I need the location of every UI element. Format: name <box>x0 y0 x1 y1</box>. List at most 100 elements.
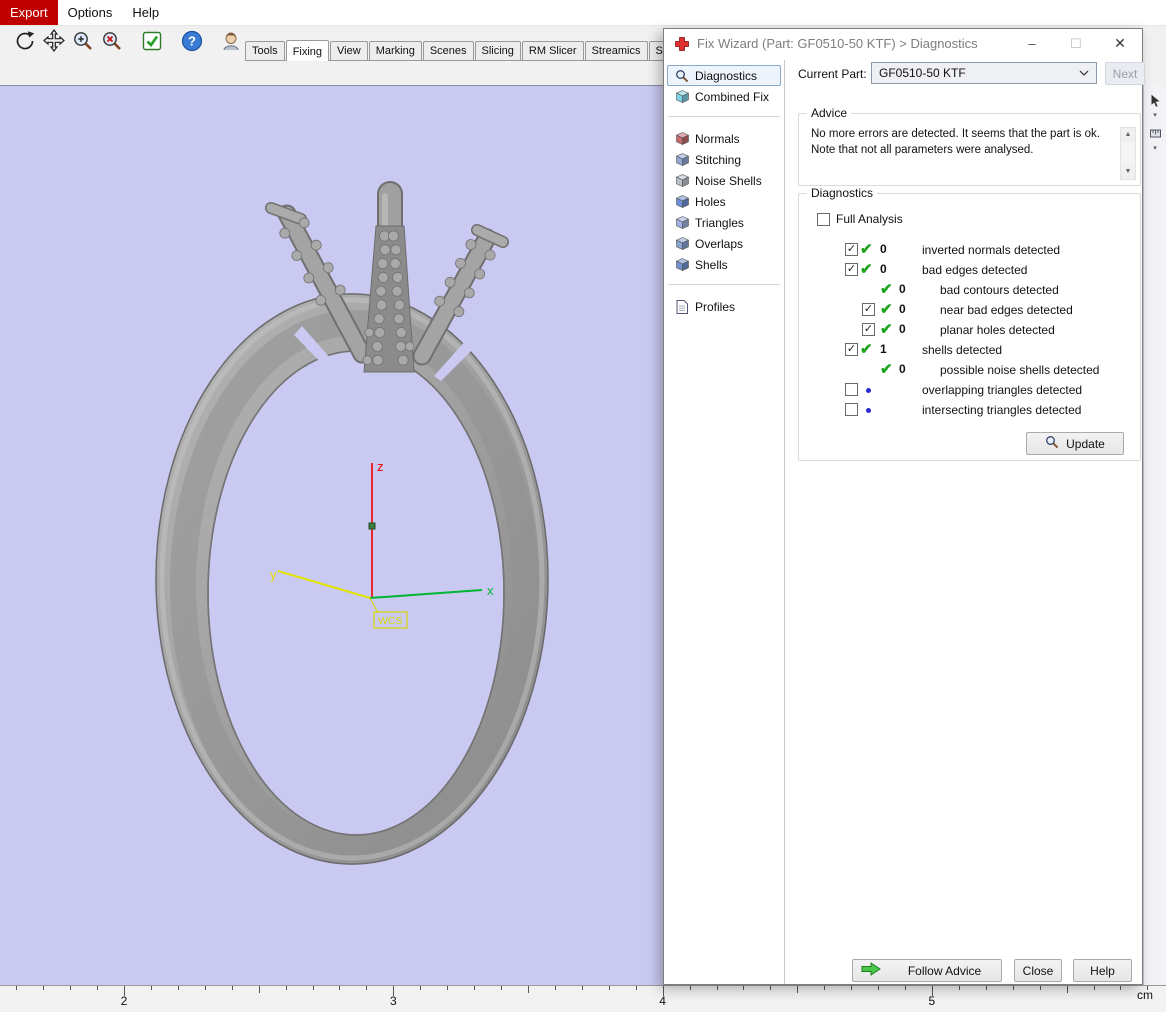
diagnostic-count: 0 <box>899 322 906 336</box>
diagnostic-checkbox[interactable]: ✓ <box>845 263 858 276</box>
ruler-tick <box>554 986 556 990</box>
dialog-titlebar[interactable]: Fix Wizard (Part: GF0510-50 KTF) > Diagn… <box>664 29 1142 59</box>
advice-scrollbar[interactable]: ▲ ▼ <box>1120 127 1136 180</box>
diagnostic-checkbox[interactable] <box>845 403 858 416</box>
ruler-tick <box>97 986 99 990</box>
dialog-main: Current Part: GF0510-50 KTF Next Advice … <box>786 60 1145 984</box>
ruler-tick <box>474 986 476 990</box>
menu-options[interactable]: Options <box>58 0 123 25</box>
sidebar-item-stitching[interactable]: Stitching <box>667 149 781 170</box>
diagnostic-checkbox[interactable]: ✓ <box>862 303 875 316</box>
sidebar-item-shells[interactable]: Shells <box>667 254 781 275</box>
scroll-down-icon[interactable]: ▼ <box>1121 165 1135 179</box>
menu-export[interactable]: Export <box>0 0 58 25</box>
part-search-button[interactable] <box>217 29 246 58</box>
diagnostic-row: ✓ ✔ 0 inverted normals detected <box>799 240 1140 260</box>
ruler-tick <box>689 986 691 990</box>
advice-text: No more errors are detected. It seems th… <box>811 127 1116 158</box>
current-part-dropdown[interactable]: GF0510-50 KTF <box>871 62 1097 84</box>
next-button[interactable]: Next <box>1105 62 1145 85</box>
cube-icon <box>675 153 689 166</box>
sidebar-item-combined-fix[interactable]: Combined Fix <box>667 86 781 107</box>
fix-check-icon <box>140 29 164 58</box>
tab-slicing[interactable]: Slicing <box>474 41 521 60</box>
help-button[interactable]: Help <box>1073 959 1132 982</box>
diagnostics-rows: ✓ ✔ 0 inverted normals detected ✓ ✔ 0 bad edges… <box>799 240 1140 420</box>
diagnostic-row: ✓ ✔ 1 shells detected <box>799 340 1140 360</box>
current-part-label: Current Part: <box>798 67 867 81</box>
tab-fixing[interactable]: Fixing <box>285 40 330 61</box>
measure-tool-button[interactable]: ▾ <box>1149 127 1162 152</box>
pan-button[interactable] <box>39 29 68 58</box>
diagnostic-row: ✓ ✔ 0 planar holes detected <box>799 320 1140 340</box>
zoom-remove-button[interactable] <box>97 29 126 58</box>
sidebar-item-triangles[interactable]: Triangles <box>667 212 781 233</box>
tab-marking[interactable]: Marking <box>368 41 422 60</box>
advice-line: Note that not all parameters were analys… <box>811 143 1034 156</box>
diagnostic-label: bad contours detected <box>940 283 1059 297</box>
ruler-tick <box>635 986 637 990</box>
right-toolbar: ▾ ▾ <box>1143 85 1166 985</box>
maximize-button[interactable]: ☐ <box>1054 29 1098 58</box>
zoom-remove-icon <box>100 29 124 58</box>
follow-advice-button[interactable]: Follow Advice <box>852 959 1002 982</box>
sidebar-item-noise-shells[interactable]: Noise Shells <box>667 170 781 191</box>
ruler-tick <box>905 986 906 990</box>
sidebar-item-overlaps[interactable]: Overlaps <box>667 233 781 254</box>
check-ok-icon: ✔ <box>880 361 893 378</box>
sidebar-item-label: Triangles <box>695 215 744 230</box>
scroll-up-icon[interactable]: ▲ <box>1121 128 1135 142</box>
diagnostic-row: ✓ ✔ 0 bad edges detected <box>799 260 1140 280</box>
ruler-tick <box>366 986 368 990</box>
help-button[interactable]: ? <box>177 29 206 58</box>
zoom-in-icon <box>71 29 95 58</box>
ruler-tick <box>985 986 987 990</box>
chevron-down-icon: ▾ <box>1153 112 1157 119</box>
ruler-tick <box>1120 986 1122 990</box>
diagnostic-label: planar holes detected <box>940 323 1055 337</box>
diagnostic-count: 0 <box>899 282 906 296</box>
diagnostic-checkbox[interactable]: ✓ <box>862 323 875 336</box>
full-analysis-checkbox[interactable] <box>817 212 830 226</box>
menu-help[interactable]: Help <box>122 0 169 25</box>
tab-rm-slicer[interactable]: RM Slicer <box>521 41 584 60</box>
sidebar-item-normals[interactable]: Normals <box>667 128 781 149</box>
close-button[interactable]: Close <box>1014 959 1062 982</box>
diagnostic-label: overlapping triangles detected <box>922 383 1083 397</box>
diagnostic-checkbox[interactable]: ✓ <box>845 243 858 256</box>
update-button[interactable]: Update <box>1026 432 1124 455</box>
diagnostic-checkbox[interactable]: ✓ <box>845 343 858 356</box>
fix-wizard-icon <box>675 37 689 56</box>
tab-streamics[interactable]: Streamics <box>584 41 648 60</box>
close-button[interactable]: ✕ <box>1098 29 1142 58</box>
ruler-tick <box>177 986 179 990</box>
zoom-in-button[interactable] <box>68 29 97 58</box>
ruler-tick <box>339 986 341 990</box>
pending-dot-icon <box>866 388 871 393</box>
rotate-icon <box>13 29 37 58</box>
sidebar-item-profiles[interactable]: Profiles <box>667 296 781 317</box>
advice-legend: Advice <box>807 106 852 120</box>
axis-z-label: z <box>377 459 384 474</box>
sidebar-item-label: Holes <box>695 194 726 209</box>
sidebar-item-diagnostics[interactable]: Diagnostics <box>667 65 781 86</box>
ruler: cm 2 3 4 5 <box>0 985 1166 1012</box>
dialog-title: Fix Wizard (Part: GF0510-50 KTF) > Diagn… <box>697 36 978 51</box>
ring-model[interactable] <box>155 181 549 865</box>
cursor-tool-button[interactable]: ▾ <box>1149 94 1162 119</box>
ruler-tick <box>447 986 449 990</box>
sidebar-item-label: Profiles <box>695 299 736 314</box>
tab-tools[interactable]: Tools <box>245 41 285 60</box>
cursor-tool-icon <box>1149 94 1162 111</box>
minimize-button[interactable]: – <box>1010 29 1054 58</box>
fix-check-button[interactable] <box>137 29 166 58</box>
diagnostic-checkbox[interactable] <box>845 383 858 396</box>
advice-groupbox: Advice No more errors are detected. It s… <box>798 106 1141 186</box>
tab-view[interactable]: View <box>330 41 368 60</box>
tab-scenes[interactable]: Scenes <box>422 41 474 60</box>
sidebar-item-holes[interactable]: Holes <box>667 191 781 212</box>
rotate-button[interactable] <box>10 29 39 58</box>
full-analysis-label: Full Analysis <box>836 212 903 226</box>
ruler-tick <box>1093 986 1095 990</box>
pending-dot-icon <box>866 408 871 413</box>
